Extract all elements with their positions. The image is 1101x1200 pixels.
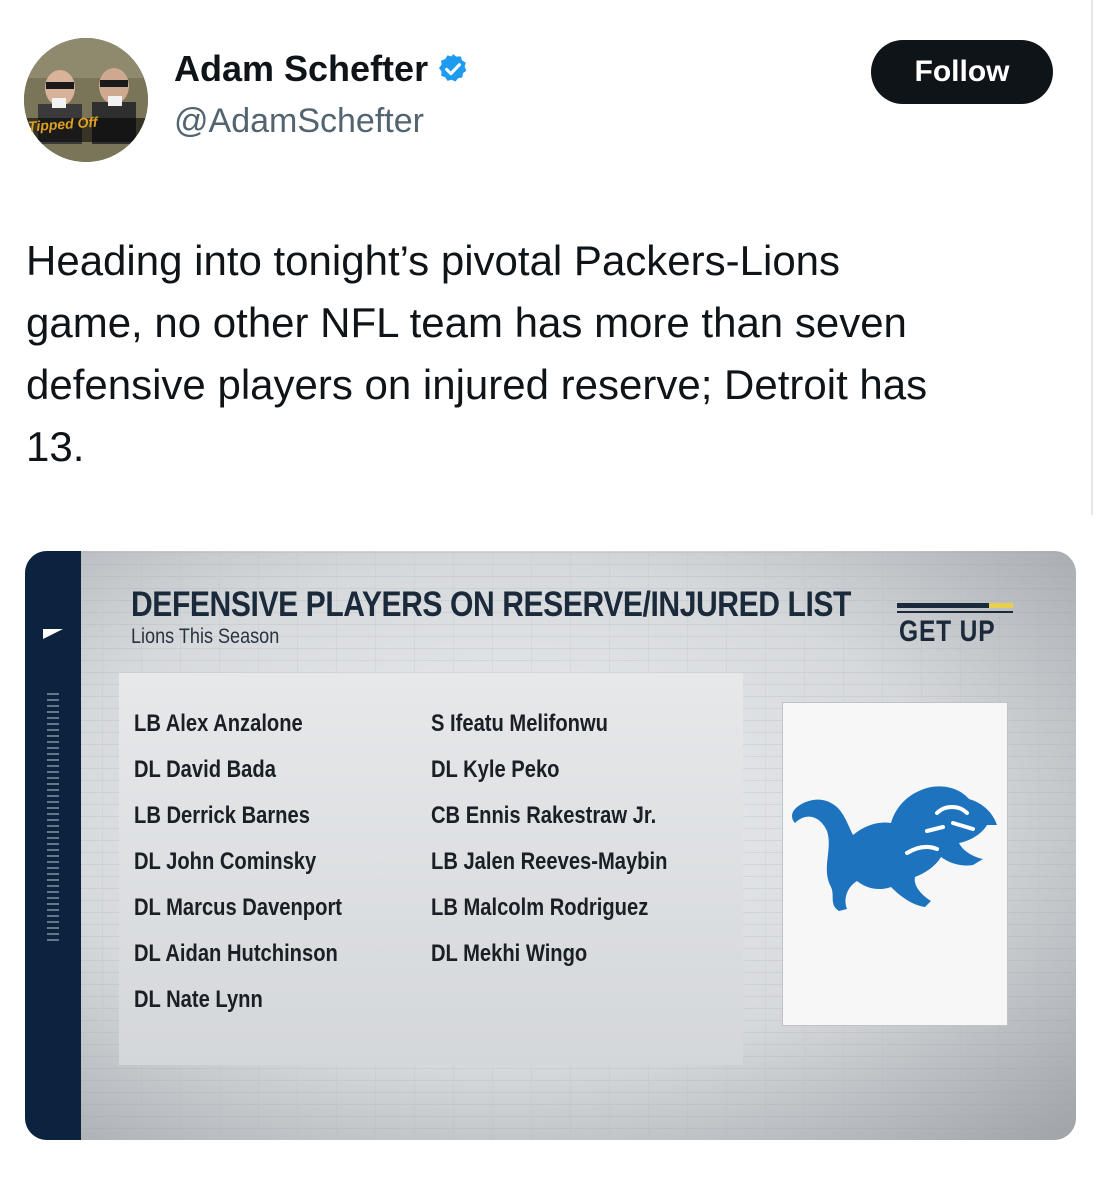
list-item: LB Derrick Barnes xyxy=(134,802,310,829)
team-logo-card xyxy=(783,703,1007,1025)
brand-text: GET UP xyxy=(899,615,996,648)
players-list-panel: LB Alex Anzalone DL David Bada LB Derric… xyxy=(119,673,743,1065)
brand-bar-accent xyxy=(989,603,1013,608)
list-item: LB Alex Anzalone xyxy=(134,710,303,737)
brand-bar-thin xyxy=(897,611,1013,613)
list-item: DL Marcus Davenport xyxy=(134,894,343,921)
detroit-lions-logo-icon xyxy=(792,786,997,911)
graphic-title: DEFENSIVE PLAYERS ON RESERVE/INJURED LIS… xyxy=(131,585,852,624)
tweet-text: Heading into tonight’s pivotal Packers-L… xyxy=(26,237,928,470)
list-item: DL John Cominsky xyxy=(134,848,317,875)
list-item: DL Nate Lynn xyxy=(134,986,263,1013)
author-handle[interactable]: @AdamSchefter xyxy=(174,102,424,141)
media-side-strip xyxy=(25,551,81,1140)
avatar[interactable] xyxy=(24,38,148,162)
list-item: S Ifeatu Melifonwu xyxy=(431,710,608,737)
players-column-1: LB Alex Anzalone DL David Bada LB Derric… xyxy=(134,709,382,1031)
strip-ticks xyxy=(47,691,59,941)
graphic-subtitle: Lions This Season xyxy=(131,625,280,648)
list-item: DL Kyle Peko xyxy=(431,756,560,783)
author-name-text: Adam Schefter xyxy=(174,48,429,89)
tweet-media[interactable]: DEFENSIVE PLAYERS ON RESERVE/INJURED LIS… xyxy=(25,551,1076,1140)
arrow-icon xyxy=(43,629,63,639)
get-up-logo: GET UP xyxy=(897,603,1017,649)
players-column-2: S Ifeatu Melifonwu DL Kyle Peko CB Ennis… xyxy=(431,709,712,985)
list-item: LB Malcolm Rodriguez xyxy=(431,894,649,921)
follow-button[interactable]: Follow xyxy=(871,40,1053,104)
list-item: LB Jalen Reeves-Maybin xyxy=(431,848,668,875)
list-item: DL Aidan Hutchinson xyxy=(134,940,338,967)
verified-badge-icon xyxy=(439,54,467,82)
list-item: DL David Bada xyxy=(134,756,276,783)
author-name[interactable]: Adam Schefter xyxy=(174,48,470,90)
scrollbar-track[interactable] xyxy=(1091,0,1093,515)
list-item: CB Ennis Rakestraw Jr. xyxy=(431,802,657,829)
avatar-image xyxy=(24,38,148,162)
list-item: DL Mekhi Wingo xyxy=(431,940,588,967)
